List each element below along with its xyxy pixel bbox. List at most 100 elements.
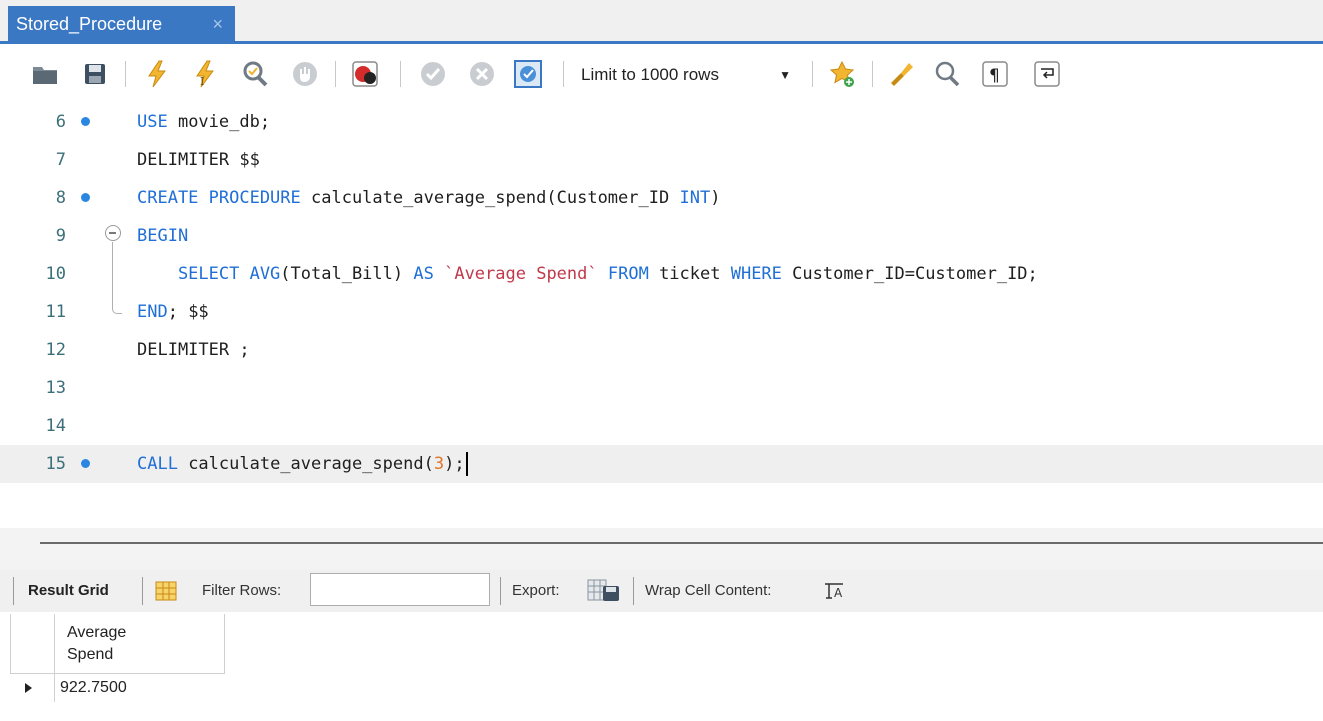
- toolbar-separator: [335, 61, 336, 87]
- result-grid-tab[interactable]: Result Grid: [28, 570, 109, 612]
- code-text: END; $$: [137, 293, 209, 331]
- code-token: ): [710, 188, 721, 208]
- execute-current-icon[interactable]: I: [190, 59, 220, 89]
- keyword: USE: [137, 112, 168, 132]
- row-selector[interactable]: [10, 674, 55, 702]
- svg-text:I: I: [200, 75, 204, 88]
- grid-layout-icon[interactable]: [155, 581, 177, 601]
- code-text: DELIMITER ;: [137, 331, 250, 369]
- rollback-icon[interactable]: [467, 59, 497, 89]
- current-row-arrow-icon: [25, 683, 32, 693]
- panel-splitter[interactable]: [0, 528, 1323, 570]
- code-token: );: [444, 454, 465, 474]
- code-token: calculate_average_spend(Customer_ID: [300, 188, 680, 208]
- column-header-line: Spend: [67, 646, 114, 663]
- string-literal: `Average Spend`: [444, 264, 598, 284]
- keyword: CREATE PROCEDURE: [137, 188, 301, 208]
- statement-marker-icon: [81, 459, 90, 468]
- code-text: CREATE PROCEDURE calculate_average_spend…: [137, 179, 720, 217]
- number-literal: 3: [433, 454, 445, 474]
- line-number: 6: [55, 112, 66, 132]
- toolbar-separator: [400, 61, 401, 87]
- line-number: 12: [45, 340, 66, 360]
- execute-icon[interactable]: [142, 59, 172, 89]
- code-line: 14: [0, 407, 1323, 445]
- code-line: 7 DELIMITER $$: [0, 141, 1323, 179]
- limit-rows-label: Limit to 1000 rows: [581, 65, 719, 84]
- statement-marker-icon: [81, 193, 90, 202]
- code-line: 13: [0, 369, 1323, 407]
- splitter-handle[interactable]: [40, 542, 1323, 544]
- code-token: Customer_ID=Customer_ID;: [781, 264, 1038, 284]
- tab-strip: Stored_Procedure ×: [0, 0, 1323, 44]
- code-token: (Total_Bill): [280, 264, 414, 284]
- line-number: 10: [45, 264, 66, 284]
- code-line: 12 DELIMITER ;: [0, 331, 1323, 369]
- toolbar-separator: [633, 577, 634, 605]
- wrap-cell-content-label: Wrap Cell Content:: [645, 582, 772, 599]
- export-label: Export:: [512, 582, 560, 599]
- stop-icon[interactable]: [290, 59, 320, 89]
- code-token: calculate_average_spend(: [177, 454, 434, 474]
- find-icon[interactable]: [932, 59, 962, 89]
- commit-icon[interactable]: [418, 59, 448, 89]
- code-line-current: 15 CALL calculate_average_spend(3);: [0, 445, 1323, 483]
- toolbar-separator: [142, 577, 143, 605]
- wrap-cell-icon[interactable]: A: [823, 582, 845, 600]
- code-line: 11 END; $$: [0, 293, 1323, 331]
- statement-marker-icon: [81, 117, 90, 126]
- keyword: FROM: [607, 264, 649, 284]
- code-line: 10 SELECT AVG(Total_Bill) AS `Average Sp…: [0, 255, 1323, 293]
- toolbar-separator: [872, 61, 873, 87]
- sql-editor[interactable]: 6 USE movie_db; 7 DELIMITER $$ 8 CREATE …: [0, 103, 1323, 528]
- code-token: ticket: [648, 264, 731, 284]
- keyword: AS: [413, 264, 434, 284]
- result-grid: Average Spend 922.7500: [0, 612, 1323, 721]
- code-line: 8 CREATE PROCEDURE calculate_average_spe…: [0, 179, 1323, 217]
- code-line: 9 BEGIN: [0, 217, 1323, 255]
- chevron-down-icon: ▼: [779, 68, 791, 82]
- limit-rows-select[interactable]: Limit to 1000 rows ▼: [573, 60, 801, 90]
- keyword: BEGIN: [137, 226, 189, 246]
- line-number: 13: [45, 378, 66, 398]
- tab-stored-procedure[interactable]: Stored_Procedure ×: [8, 6, 235, 42]
- column-header-average-spend[interactable]: Average Spend: [55, 614, 225, 674]
- text-caret: [465, 452, 468, 476]
- sql-editor-toolbar: I Limit to 1000 rows ▼ ¶: [0, 47, 1323, 103]
- svg-text:A: A: [834, 586, 843, 600]
- toggle-stop-on-error-icon[interactable]: [350, 59, 380, 89]
- beautify-icon[interactable]: [886, 59, 916, 89]
- keyword: WHERE: [730, 264, 782, 284]
- line-number: 11: [45, 302, 66, 322]
- code-token: DELIMITER $$: [137, 150, 260, 170]
- invisible-chars-icon[interactable]: ¶: [980, 59, 1010, 89]
- keyword: CALL: [137, 454, 178, 474]
- save-icon[interactable]: [80, 59, 110, 89]
- grid-corner: [10, 614, 55, 674]
- toolbar-separator: [563, 61, 564, 87]
- explain-icon[interactable]: [240, 59, 270, 89]
- toolbar-separator: [13, 577, 14, 605]
- keyword: END: [137, 302, 168, 322]
- line-number: 9: [55, 226, 66, 246]
- filter-rows-input[interactable]: [310, 573, 490, 606]
- code-text: USE movie_db;: [137, 103, 270, 141]
- tab-close-icon[interactable]: ×: [212, 6, 223, 42]
- code-token: ; $$: [167, 302, 209, 322]
- grid-cell-average-spend[interactable]: 922.7500: [56, 674, 224, 702]
- wrap-icon[interactable]: [1032, 59, 1062, 89]
- toolbar-separator: [500, 577, 501, 605]
- keyword: SELECT AVG: [137, 264, 281, 284]
- line-number: 8: [55, 188, 66, 208]
- autocommit-icon[interactable]: [513, 59, 543, 89]
- export-icon[interactable]: [587, 579, 621, 603]
- open-folder-icon[interactable]: [30, 59, 60, 89]
- code-token: DELIMITER ;: [137, 340, 250, 360]
- add-snippet-icon[interactable]: [827, 59, 857, 89]
- code-line: 6 USE movie_db;: [0, 103, 1323, 141]
- keyword: INT: [679, 188, 711, 208]
- result-toolbar: Result Grid Filter Rows: Export: Wrap Ce…: [0, 570, 1323, 612]
- code-token: movie_db;: [167, 112, 271, 132]
